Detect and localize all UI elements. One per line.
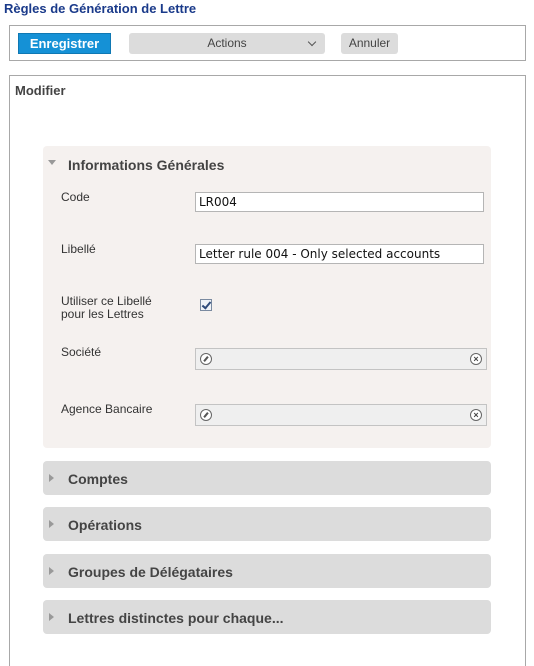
section-groupes-title: Groupes de Délégataires: [68, 564, 233, 580]
triangle-right-icon: [49, 520, 54, 528]
panel-title: Modifier: [15, 83, 66, 98]
cancel-button[interactable]: Annuler: [341, 33, 398, 54]
section-operations-title: Opérations: [68, 517, 142, 533]
section-general-info-title: Informations Générales: [68, 157, 225, 173]
page-title: Règles de Génération de Lettre: [4, 1, 197, 16]
save-button[interactable]: Enregistrer: [18, 33, 111, 54]
checkmark-icon: [201, 299, 212, 310]
toolbar: Enregistrer Actions Annuler: [9, 25, 526, 61]
section-lettres-title: Lettres distinctes pour chaque...: [68, 610, 284, 626]
libelle-label: Libellé: [61, 242, 96, 256]
use-libelle-label-line2: pour les Lettres: [61, 307, 144, 321]
clear-icon[interactable]: ×: [470, 353, 482, 365]
use-libelle-label: Utiliser ce Libellé pour les Lettres: [61, 295, 152, 321]
actions-dropdown[interactable]: Actions: [129, 33, 325, 54]
societe-lookup-field[interactable]: ×: [195, 348, 487, 370]
section-lettres-distinctes[interactable]: Lettres distinctes pour chaque...: [43, 600, 491, 634]
code-label: Code: [61, 190, 90, 204]
section-operations[interactable]: Opérations: [43, 507, 491, 541]
section-comptes[interactable]: Comptes: [43, 461, 491, 495]
agence-label: Agence Bancaire: [61, 402, 153, 416]
triangle-down-icon: [48, 160, 56, 165]
search-picker-icon[interactable]: [200, 409, 212, 421]
triangle-right-icon: [49, 474, 54, 482]
search-picker-icon[interactable]: [200, 353, 212, 365]
actions-label: Actions: [207, 36, 247, 50]
section-groupes-delegataires[interactable]: Groupes de Délégataires: [43, 554, 491, 588]
use-libelle-checkbox[interactable]: [200, 299, 212, 311]
triangle-right-icon: [49, 613, 54, 621]
agence-lookup-field[interactable]: ×: [195, 404, 487, 426]
libelle-input[interactable]: Letter rule 004 - Only selected accounts: [195, 244, 484, 264]
chevron-down-icon: [307, 37, 317, 47]
edit-panel: Modifier Informations Générales Code LR0…: [9, 75, 526, 666]
section-general-info: Informations Générales Code LR004 Libell…: [43, 146, 491, 448]
code-input[interactable]: LR004: [195, 192, 484, 212]
triangle-right-icon: [49, 567, 54, 575]
societe-label: Société: [61, 345, 102, 359]
section-comptes-title: Comptes: [68, 471, 128, 487]
section-general-info-header[interactable]: Informations Générales: [43, 146, 491, 182]
clear-icon[interactable]: ×: [470, 409, 482, 421]
